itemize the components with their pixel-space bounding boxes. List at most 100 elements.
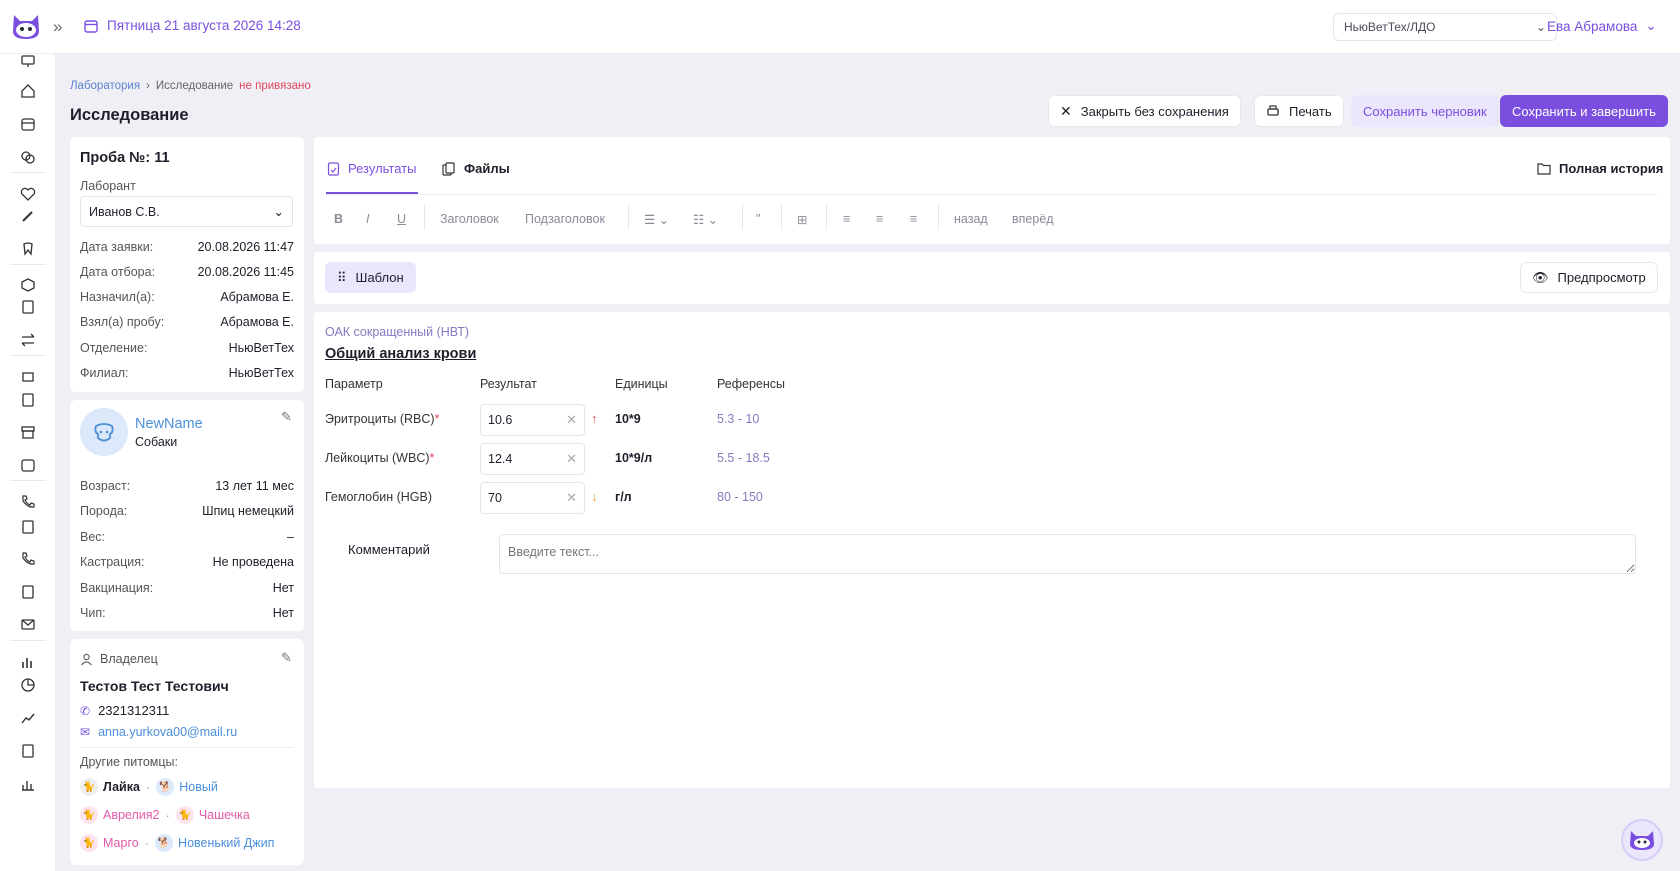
pet-chip[interactable]: 🐈 Аврелия2 <box>80 806 159 824</box>
line-chart-icon[interactable] <box>19 709 37 727</box>
row-value: – <box>287 530 294 544</box>
clinic-value: НьюВетТех/ЛДО <box>1344 20 1436 34</box>
pet-chip[interactable]: 🐈 Чашечка <box>175 806 250 824</box>
user-menu[interactable]: Ева Абрамова ⌄ <box>1547 18 1657 34</box>
analysis-subtitle: ОАК сокращенный (НВТ) <box>325 325 470 339</box>
file-icon[interactable] <box>19 518 37 536</box>
row-value: НьюВетТех <box>228 341 294 355</box>
clear-icon[interactable]: ✕ <box>566 490 577 506</box>
heart-icon[interactable] <box>19 185 37 203</box>
tooth-icon[interactable] <box>19 240 37 258</box>
stats-icon[interactable] <box>19 775 37 793</box>
bar-chart-icon[interactable] <box>19 653 37 671</box>
reference-range: 5.5 - 18.5 <box>717 451 770 465</box>
pet-chip[interactable]: 🐈 Лайка <box>80 778 140 796</box>
save-draft-button[interactable]: Сохранить черновик <box>1351 95 1499 127</box>
assistant-bot-icon[interactable] <box>1621 819 1663 861</box>
other-pets-row: 🐈 Аврелия2 · 🐈 Чашечка <box>80 806 250 824</box>
result-input[interactable]: 10.6 ✕ <box>480 404 585 436</box>
row-key: Вакцинация: <box>80 581 154 595</box>
owner-phone[interactable]: ✆ 2321312311 <box>80 703 169 718</box>
underline-button[interactable]: U <box>397 212 406 226</box>
dog-icon: 🐕 <box>156 778 175 796</box>
save-and-finish-button[interactable]: Сохранить и завершить <box>1500 95 1668 127</box>
parameter-label: Лейкоциты (WBC)* <box>325 451 434 465</box>
owner-email[interactable]: ✉ anna.yurkova00@mail.ru <box>80 725 237 739</box>
pet-chip[interactable]: 🐕 Новенький Джип <box>155 834 274 852</box>
edit-pencil-icon[interactable]: ✎ <box>281 409 292 425</box>
result-input[interactable]: 70 ✕ <box>480 482 585 514</box>
row-value: 13 лет 11 мес <box>215 479 294 493</box>
numbered-list-icon[interactable]: ☷ ⌄ <box>693 212 718 227</box>
layers-icon[interactable] <box>19 368 37 386</box>
quote-button[interactable]: " <box>756 212 760 226</box>
undo-button[interactable]: назад <box>954 212 988 226</box>
tab-results[interactable]: Результаты <box>327 161 416 176</box>
logo-icon[interactable] <box>9 9 43 43</box>
document-search-icon[interactable] <box>19 391 37 409</box>
arrow-up-icon: ↑ <box>591 411 598 426</box>
edit-pencil-icon[interactable]: ✎ <box>281 650 292 666</box>
patient-card: NewName Собаки ✎ Возраст: 13 лет 11 мес П… <box>70 400 304 631</box>
other-pets-label: Другие питомцы: <box>80 755 178 769</box>
clinic-select[interactable]: НьюВетТех/ЛДО ⌄ <box>1333 13 1557 41</box>
transfer-icon[interactable] <box>19 331 37 349</box>
syringe-icon[interactable] <box>19 207 37 225</box>
calendar-icon[interactable] <box>19 115 37 133</box>
sample-title: Проба №: 11 <box>80 150 170 166</box>
row-value: НьюВетТех <box>228 366 294 380</box>
report-icon[interactable] <box>19 742 37 760</box>
task-icon[interactable] <box>19 583 37 601</box>
phone-icon[interactable] <box>19 493 37 511</box>
sidebar <box>0 54 56 871</box>
align-center-icon[interactable]: ≡ <box>876 212 883 226</box>
table-insert-icon[interactable]: ⊞ <box>797 212 807 227</box>
comment-label: Комментарий <box>348 542 430 557</box>
tab-label: Результаты <box>348 161 417 176</box>
patient-row: Порода: Шпиц немецкий <box>80 504 294 518</box>
result-input[interactable]: 12.4 ✕ <box>480 443 585 475</box>
row-value: Нет <box>272 606 294 620</box>
chevron-down-icon: ⌄ <box>273 205 284 219</box>
patient-name-link[interactable]: NewName <box>135 416 203 432</box>
bullet-list-icon[interactable]: ☰ ⌄ <box>644 212 669 227</box>
box-icon[interactable] <box>19 276 37 294</box>
redo-button[interactable]: вперёд <box>1012 212 1054 226</box>
calendar-icon <box>84 19 98 33</box>
result-value: 70 <box>488 491 502 505</box>
lab-technician-select[interactable]: Иванов С.В. ⌄ <box>80 196 293 227</box>
pie-chart-icon[interactable] <box>19 676 37 694</box>
template-button[interactable]: ⠿ Шаблон <box>325 262 416 293</box>
subheading-button[interactable]: Подзаголовок <box>525 212 605 226</box>
pills-icon[interactable] <box>19 148 37 166</box>
pet-chip[interactable]: 🐈 Марго <box>80 834 139 852</box>
clear-icon[interactable]: ✕ <box>566 451 577 467</box>
row-key: Дата отбора: <box>80 265 156 279</box>
comment-textarea[interactable] <box>499 534 1636 574</box>
tab-files[interactable]: Файлы <box>442 161 510 176</box>
call-icon[interactable] <box>19 550 37 568</box>
expand-sidebar-icon[interactable]: » <box>53 17 62 37</box>
sample-row: Филиал: НьюВетТех <box>80 366 294 380</box>
pet-chip[interactable]: 🐕 Новый <box>156 778 218 796</box>
archive-icon[interactable] <box>19 423 37 441</box>
align-left-icon[interactable]: ≡ <box>843 212 850 226</box>
breadcrumb-lab-link[interactable]: Лаборатория <box>70 80 140 92</box>
clear-icon[interactable]: ✕ <box>566 412 577 428</box>
patient-row: Чип: Нет <box>80 606 294 620</box>
mail-icon[interactable] <box>19 615 37 633</box>
monitor-icon[interactable] <box>19 53 37 71</box>
preview-button[interactable]: 👁 Предпросмотр <box>1520 262 1658 293</box>
home-icon[interactable] <box>19 82 37 100</box>
heading-button[interactable]: Заголовок <box>440 212 499 226</box>
result-value: 12.4 <box>488 452 513 466</box>
italic-button[interactable]: I <box>366 212 369 226</box>
align-right-icon[interactable]: ≡ <box>910 212 917 226</box>
mail-icon: ✉ <box>80 725 91 739</box>
close-without-save-button[interactable]: ✕ Закрыть без сохранения <box>1048 95 1241 127</box>
full-history-button[interactable]: Полная история <box>1537 161 1663 176</box>
clipboard-icon[interactable] <box>19 298 37 316</box>
print-button[interactable]: Печать <box>1254 95 1344 127</box>
bold-button[interactable]: B <box>334 212 343 226</box>
inbox-icon[interactable] <box>19 456 37 474</box>
